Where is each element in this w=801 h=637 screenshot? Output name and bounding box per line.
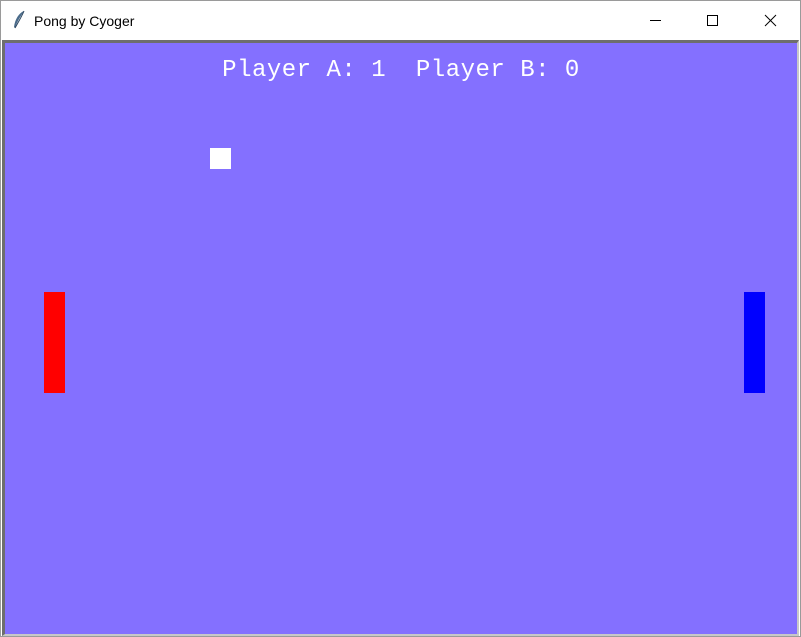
close-icon bbox=[764, 14, 777, 27]
app-window: Pong by Cyoger Player A: 1 Player B: 0 bbox=[0, 0, 801, 637]
minimize-icon bbox=[650, 20, 661, 21]
paddle-player-a bbox=[44, 292, 65, 393]
feather-icon bbox=[11, 10, 27, 30]
close-button[interactable] bbox=[742, 1, 800, 40]
minimize-button[interactable] bbox=[626, 1, 684, 40]
game-canvas-frame: Player A: 1 Player B: 0 bbox=[2, 40, 799, 636]
ball bbox=[210, 148, 231, 169]
window-title: Pong by Cyoger bbox=[34, 13, 135, 29]
maximize-button[interactable] bbox=[684, 1, 742, 40]
maximize-icon bbox=[707, 15, 718, 26]
paddle-player-b bbox=[744, 292, 765, 393]
game-court[interactable]: Player A: 1 Player B: 0 bbox=[5, 43, 797, 634]
scoreboard: Player A: 1 Player B: 0 bbox=[222, 57, 580, 84]
title-bar[interactable]: Pong by Cyoger bbox=[1, 1, 800, 40]
